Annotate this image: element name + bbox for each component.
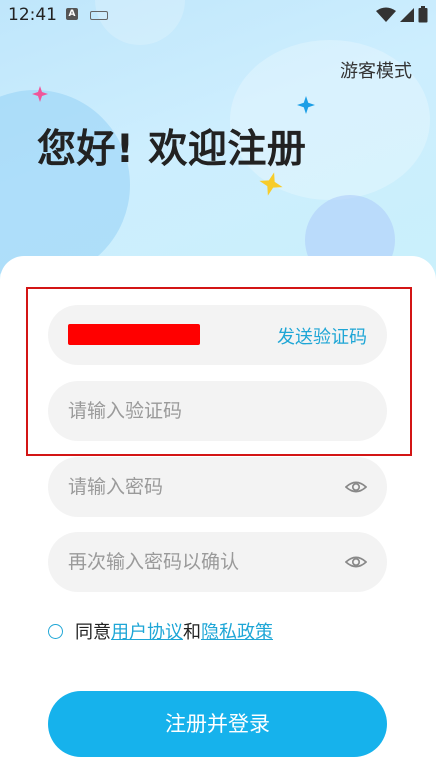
battery-icon <box>418 6 428 23</box>
blue-sparkle-icon <box>297 96 315 114</box>
eye-icon[interactable] <box>345 551 367 573</box>
yellow-sparkle-icon <box>259 172 283 196</box>
annotation-highlight-box <box>26 287 412 456</box>
register-screen: 12:41 A 游客模式 您好! 欢迎注册 发送验证码 请输入验证码 同意 用户… <box>0 0 436 775</box>
password-input[interactable] <box>48 457 387 517</box>
confirm-password-field[interactable] <box>48 532 387 592</box>
notification-a-icon: A <box>66 8 78 20</box>
wifi-icon <box>376 7 396 22</box>
agreement-and: 和 <box>183 622 201 643</box>
password-field[interactable] <box>48 457 387 517</box>
eye-icon[interactable] <box>345 476 367 498</box>
guest-mode-link[interactable]: 游客模式 <box>340 57 412 83</box>
agreement-row: 同意 用户协议 和 隐私政策 <box>48 618 273 644</box>
page-title: 您好! 欢迎注册 <box>37 127 307 172</box>
agree-radio[interactable] <box>48 623 63 639</box>
signal-icon <box>400 7 414 22</box>
confirm-password-input[interactable] <box>48 532 387 592</box>
status-bar: 12:41 A <box>0 0 436 30</box>
register-login-button[interactable]: 注册并登录 <box>48 691 387 757</box>
pink-sparkle-icon <box>32 86 48 102</box>
privacy-policy-link[interactable]: 隐私政策 <box>201 618 273 644</box>
agreement-prefix: 同意 <box>75 622 111 643</box>
status-time: 12:41 <box>8 5 57 25</box>
status-icons <box>376 6 428 23</box>
user-agreement-link[interactable]: 用户协议 <box>111 618 183 644</box>
keyboard-icon <box>90 11 108 20</box>
